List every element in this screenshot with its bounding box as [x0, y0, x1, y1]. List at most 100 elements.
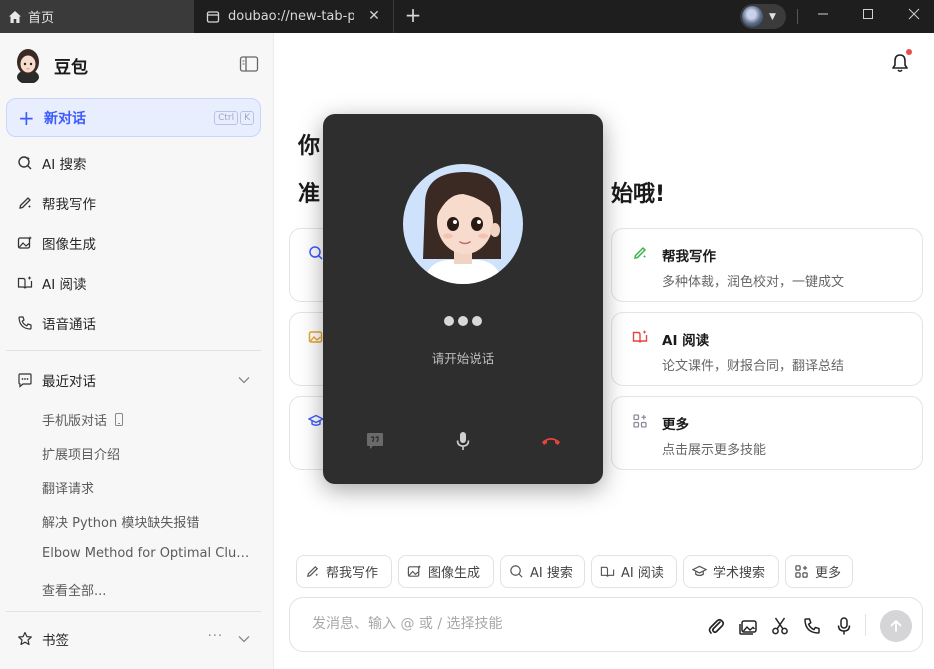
close-icon	[908, 8, 920, 20]
browser-titlebar: 首页 doubao://new-tab-page ✕ + ▼	[0, 0, 934, 33]
sidebar-item-label: AI 搜索	[42, 157, 87, 173]
doubao-avatar-icon	[17, 49, 39, 83]
minimize-button[interactable]	[813, 6, 833, 26]
profile-button[interactable]: ▼	[740, 4, 786, 29]
new-tab-button[interactable]: +	[402, 5, 424, 27]
recent-chats-header[interactable]: 最近对话	[6, 363, 261, 397]
skill-card-more[interactable]: 更多 点击展示更多技能	[611, 396, 923, 470]
microphone-icon[interactable]	[834, 616, 854, 636]
call-status-text: 请开始说话	[431, 351, 495, 366]
mobile-phone-icon	[115, 413, 124, 426]
sidebar-toggle-icon	[239, 56, 259, 72]
mute-button[interactable]	[452, 430, 474, 452]
chip-more[interactable]: 更多	[785, 555, 853, 588]
close-window-button[interactable]	[904, 6, 924, 26]
more-options-icon[interactable]: ···	[208, 629, 223, 644]
sidebar-item-label: 图像生成	[42, 237, 96, 253]
card-desc: 点击展示更多技能	[662, 443, 767, 458]
sidebar: 豆包 + 新对话 Ctrl K AI 搜索 帮我写作 图像生成 AI 阅读 语音…	[0, 33, 274, 669]
hang-up-icon	[542, 438, 560, 445]
message-composer	[289, 597, 923, 652]
tab-new-tab-label: doubao://new-tab-page	[228, 9, 354, 24]
chip-ai-reading[interactable]: AI 阅读	[591, 555, 677, 588]
divider	[797, 9, 798, 24]
doubao-avatar	[403, 164, 523, 284]
bookmarks-header[interactable]: 书签 ···	[6, 622, 261, 656]
minimize-icon	[818, 13, 828, 15]
voice-call-panel: 请开始说话	[323, 114, 603, 484]
list-item[interactable]: 手机版对话	[42, 410, 252, 429]
chat-bubble-icon	[16, 371, 34, 389]
list-item[interactable]: Elbow Method for Optimal Clusters	[42, 546, 252, 561]
sidebar-item-voice-call[interactable]: 语音通话	[6, 306, 261, 340]
indicator-dot	[472, 316, 482, 326]
ai-search-icon	[510, 565, 523, 578]
notification-dot	[906, 49, 912, 55]
book-icon	[16, 274, 34, 292]
book-icon	[600, 566, 615, 577]
phone-icon	[16, 314, 34, 332]
card-title: 更多	[662, 417, 689, 433]
sidebar-item-label: 帮我写作	[42, 197, 96, 213]
pen-icon	[634, 246, 647, 259]
sidebar-item-image-gen[interactable]: 图像生成	[6, 226, 261, 260]
maximize-icon	[863, 9, 873, 19]
academic-icon	[692, 565, 707, 577]
card-desc: 论文课件，财报合同，翻译总结	[662, 359, 845, 374]
skill-card-ai-reading[interactable]: AI 阅读 论文课件，财报合同，翻译总结	[611, 312, 923, 386]
chip-ai-search[interactable]: AI 搜索	[500, 555, 585, 588]
kbd-k: K	[240, 111, 254, 125]
hang-up-button[interactable]	[540, 430, 562, 452]
subtitle-button[interactable]	[364, 430, 386, 452]
tab-home[interactable]: 首页	[0, 0, 194, 33]
home-icon	[9, 10, 21, 23]
avatar	[742, 6, 763, 27]
list-item[interactable]: 解决 Python 模块缺失报错	[42, 512, 252, 531]
pen-icon	[307, 565, 319, 577]
microphone-icon	[456, 432, 470, 450]
scissors-icon[interactable]	[770, 616, 790, 636]
brand[interactable]: 豆包	[14, 47, 88, 83]
chip-label: 更多	[815, 566, 842, 581]
list-item[interactable]: 翻译请求	[42, 478, 252, 497]
sidebar-item-ai-reading[interactable]: AI 阅读	[6, 266, 261, 300]
image-upload-icon[interactable]	[738, 616, 758, 636]
notification-bell-icon[interactable]	[889, 52, 911, 74]
new-chat-button[interactable]: + 新对话 Ctrl K	[6, 98, 261, 137]
star-icon	[16, 630, 34, 648]
divider	[6, 611, 261, 612]
speaking-indicator	[444, 316, 482, 326]
chevron-down-icon[interactable]	[237, 373, 251, 391]
greeting-line-1: 你	[298, 134, 321, 159]
skill-card-writing[interactable]: 帮我写作 多种体裁，润色校对，一键成文	[611, 228, 923, 302]
page-icon	[206, 10, 220, 23]
recent-chats-title: 最近对话	[42, 374, 96, 390]
card-desc: 多种体裁，润色校对，一键成文	[662, 275, 845, 290]
phone-icon[interactable]	[802, 616, 822, 636]
close-tab-icon[interactable]: ✕	[367, 9, 381, 23]
chip-image-gen[interactable]: 图像生成	[398, 555, 494, 588]
chip-label: 帮我写作	[326, 566, 379, 581]
divider	[6, 350, 261, 351]
attachment-icon[interactable]	[706, 616, 726, 636]
bookmarks-title: 书签	[42, 633, 69, 649]
view-all-link[interactable]: 查看全部...	[42, 580, 252, 599]
list-item[interactable]: 扩展项目介绍	[42, 444, 252, 463]
plus-icon: +	[18, 105, 35, 130]
send-button[interactable]	[880, 610, 912, 642]
tab-new-tab-page[interactable]: doubao://new-tab-page ✕	[194, 0, 394, 33]
sidebar-item-label: AI 阅读	[42, 277, 87, 293]
collapse-sidebar-button[interactable]	[239, 55, 259, 73]
ai-search-icon	[309, 246, 323, 260]
chip-writing[interactable]: 帮我写作	[296, 555, 392, 588]
chip-academic[interactable]: 学术搜索	[683, 555, 779, 588]
image-gen-icon	[407, 564, 422, 577]
tab-home-label: 首页	[28, 11, 55, 26]
sidebar-item-writing[interactable]: 帮我写作	[6, 186, 261, 220]
maximize-button[interactable]	[858, 6, 878, 26]
message-input[interactable]	[312, 616, 672, 632]
chevron-down-icon[interactable]	[237, 632, 251, 650]
new-chat-label: 新对话	[44, 110, 86, 127]
chip-label: 学术搜索	[713, 566, 766, 581]
sidebar-item-ai-search[interactable]: AI 搜索	[6, 146, 261, 180]
